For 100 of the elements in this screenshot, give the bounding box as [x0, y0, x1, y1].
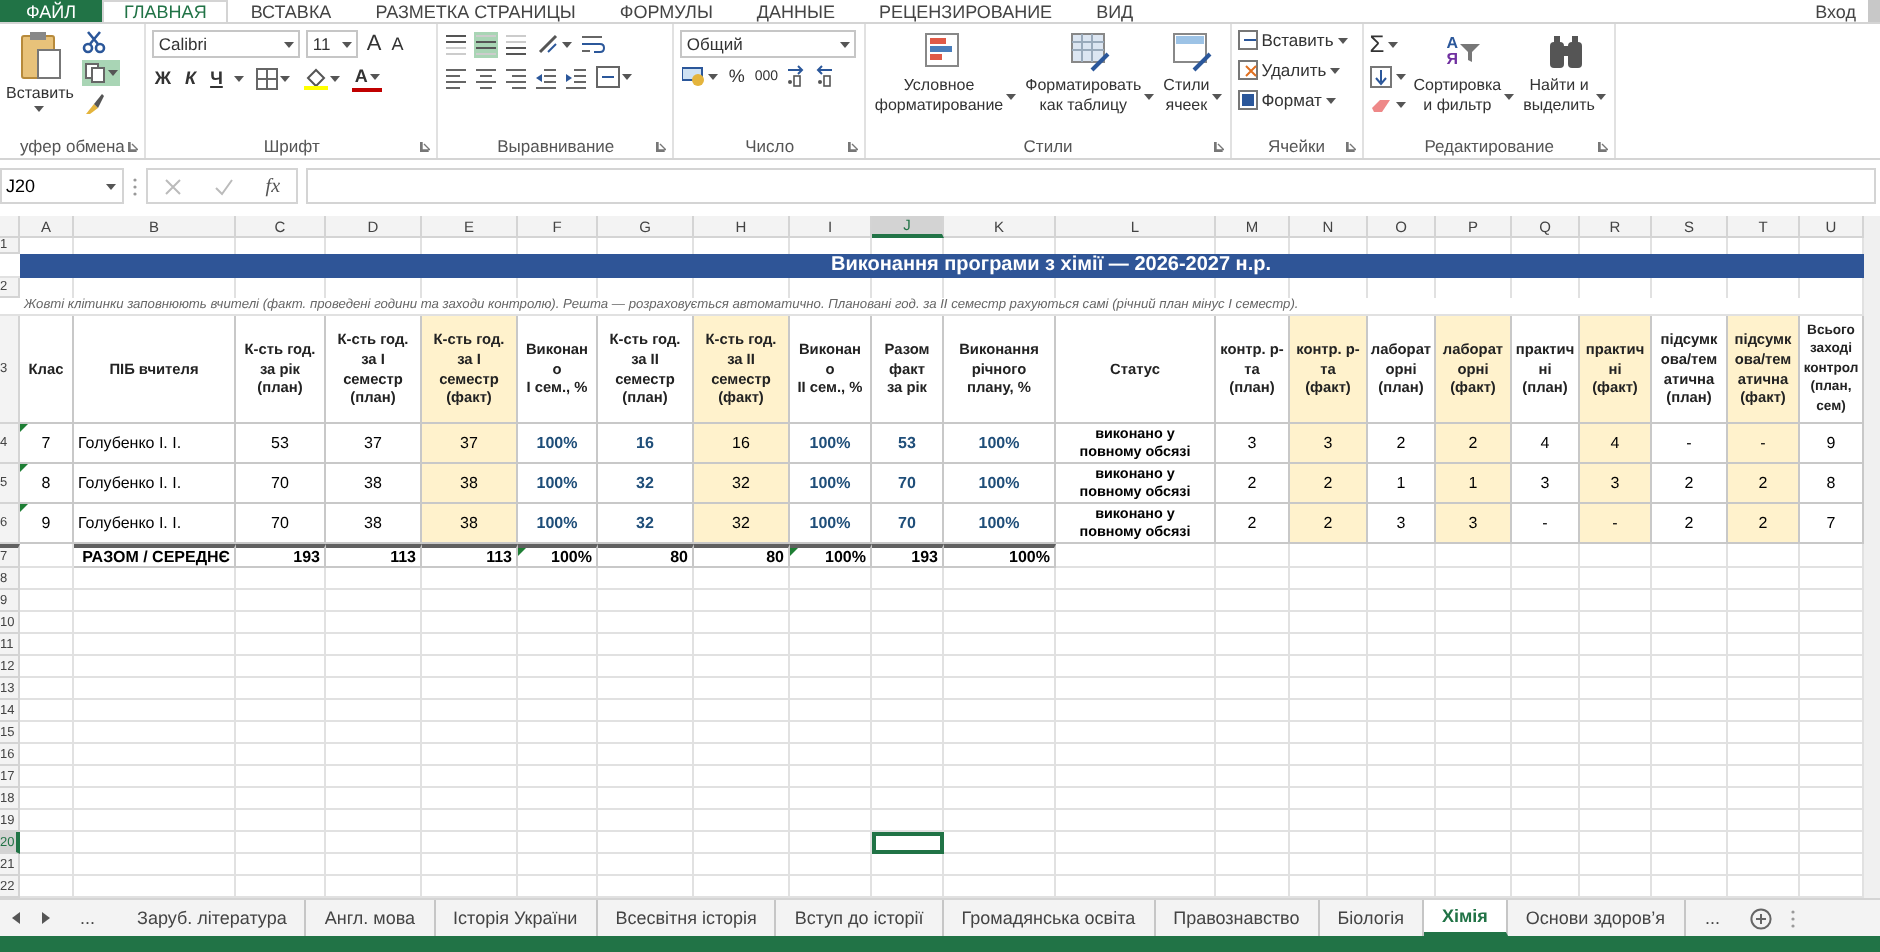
dialog-launcher-icon[interactable]: [1598, 141, 1609, 151]
fill-color-button[interactable]: [302, 64, 343, 92]
name-box[interactable]: J20: [0, 168, 124, 204]
align-center-icon[interactable]: [474, 65, 499, 89]
shrink-font-button[interactable]: A: [389, 32, 406, 56]
styles-button[interactable]: Форматировать как таблицу: [1023, 30, 1156, 134]
caret-icon[interactable]: [1325, 97, 1336, 103]
vertical-dots-icon[interactable]: [132, 175, 138, 197]
styles-button[interactable]: Стили ячеек: [1161, 30, 1224, 134]
cells-button[interactable]: Вставить: [1237, 30, 1348, 50]
align-left-icon[interactable]: [444, 65, 469, 89]
selected-cell[interactable]: [872, 832, 944, 854]
middle-align-button[interactable]: [474, 31, 499, 57]
insert-function-button[interactable]: fx: [265, 175, 281, 197]
caret-icon[interactable]: [34, 106, 45, 112]
currency-button[interactable]: [680, 64, 721, 88]
dialog-launcher-icon[interactable]: [1345, 141, 1356, 151]
table-cell: 2: [1436, 424, 1512, 464]
caret-icon[interactable]: [708, 73, 719, 79]
ribbon-tab[interactable]: ВИД: [1074, 0, 1156, 22]
dialog-launcher-icon[interactable]: [848, 141, 859, 151]
ribbon-tab[interactable]: ВСТАВКА: [228, 0, 354, 22]
find-select-button[interactable]: Найти и выделить: [1521, 30, 1609, 134]
ribbon-tab[interactable]: РЕЦЕНЗИРОВАНИЕ: [857, 0, 1075, 22]
increase-indent-icon[interactable]: [564, 65, 589, 89]
ribbon-tab[interactable]: ФАЙЛ: [0, 0, 103, 22]
caret-icon[interactable]: [330, 75, 341, 81]
vertical-dots-icon[interactable]: [1790, 907, 1797, 929]
font-color-button[interactable]: A: [352, 64, 382, 92]
sheet-tab[interactable]: Хімія: [1423, 900, 1508, 936]
more-sheets-button[interactable]: ...: [68, 908, 108, 928]
cells-button[interactable]: Формат: [1237, 90, 1348, 110]
caret-icon[interactable]: [1388, 41, 1399, 47]
caret-icon[interactable]: [562, 41, 573, 47]
caret-icon[interactable]: [106, 183, 116, 189]
dialog-launcher-icon[interactable]: [656, 141, 667, 151]
more-sheets-button[interactable]: ...: [1693, 908, 1733, 928]
scissors-icon[interactable]: [81, 30, 106, 54]
check-icon[interactable]: [213, 177, 234, 195]
orientation-button[interactable]: [534, 30, 575, 58]
fill-button[interactable]: [1369, 66, 1406, 88]
scroll-right-icon[interactable]: [40, 912, 50, 924]
caret-icon[interactable]: [1395, 74, 1406, 80]
caret-icon[interactable]: [840, 41, 851, 47]
caret-icon[interactable]: [622, 74, 633, 80]
underline-button[interactable]: Ч: [208, 66, 225, 90]
wrap-text-icon[interactable]: [580, 32, 607, 56]
decrease-indent-icon[interactable]: [534, 65, 559, 89]
caret-icon[interactable]: [1337, 37, 1348, 43]
ribbon-tab[interactable]: РАЗМЕТКА СТРАНИЦЫ: [353, 0, 598, 22]
number-format-dropdown[interactable]: Общий: [680, 30, 857, 58]
caret-icon[interactable]: [1211, 93, 1222, 99]
font-size-dropdown[interactable]: 11: [306, 30, 359, 58]
ribbon-tab[interactable]: ДАННЫЕ: [734, 0, 857, 22]
table-cell: 7: [1800, 504, 1864, 544]
caret-icon[interactable]: [234, 75, 245, 81]
caret-icon[interactable]: [1143, 93, 1154, 99]
caret-icon[interactable]: [1330, 67, 1341, 73]
top-align-button[interactable]: [444, 31, 469, 57]
grow-font-button[interactable]: A: [364, 30, 384, 58]
clear-button[interactable]: [1369, 96, 1406, 114]
bold-button[interactable]: Ж: [152, 66, 174, 90]
dialog-launcher-icon[interactable]: [1213, 141, 1224, 151]
caret-icon[interactable]: [1395, 102, 1406, 108]
ribbon-tab[interactable]: ГЛАВНАЯ: [102, 0, 229, 22]
percent-button[interactable]: %: [726, 64, 747, 88]
caret-icon[interactable]: [369, 73, 380, 79]
paint-bucket-icon: [304, 66, 329, 90]
caret-icon[interactable]: [1005, 93, 1016, 99]
caret-icon[interactable]: [1596, 93, 1607, 99]
bottom-align-button[interactable]: [504, 31, 529, 57]
paintbrush-icon[interactable]: [81, 92, 106, 116]
paste-button[interactable]: Вставить: [6, 30, 76, 134]
ribbon-tab[interactable]: ФОРМУЛЫ: [597, 0, 735, 22]
caret-icon[interactable]: [342, 41, 353, 47]
add-sheet-icon[interactable]: [1750, 907, 1773, 929]
caret-icon[interactable]: [280, 75, 291, 81]
caret-icon[interactable]: [1503, 93, 1514, 99]
autosum-button[interactable]: Σ: [1369, 30, 1406, 58]
borders-button[interactable]: [254, 65, 293, 91]
table-cell: 193: [872, 544, 944, 568]
merge-button[interactable]: [594, 64, 635, 90]
styles-button[interactable]: Условное форматирование: [872, 30, 1018, 134]
caret-icon[interactable]: [284, 41, 295, 47]
formula-input[interactable]: [306, 168, 1876, 204]
copy-button[interactable]: [81, 60, 120, 86]
dialog-launcher-icon[interactable]: [420, 141, 431, 151]
italic-button[interactable]: К: [183, 66, 199, 90]
font-name-dropdown[interactable]: Calibri: [152, 30, 301, 58]
sort-filter-button[interactable]: A Я Сортировка и фильтр: [1411, 30, 1516, 134]
cells-button[interactable]: Удалить: [1237, 60, 1348, 80]
funnel-icon: [1460, 43, 1481, 61]
caret-icon[interactable]: [107, 70, 118, 76]
scroll-left-icon[interactable]: [12, 912, 22, 924]
align-right-icon[interactable]: [504, 65, 529, 89]
sign-in-link[interactable]: Вход: [1815, 0, 1868, 22]
sort-icon[interactable]: A Я: [1446, 30, 1481, 74]
table-cell: -: [1580, 504, 1652, 544]
dialog-launcher-icon[interactable]: [128, 141, 139, 151]
table-cell: 2: [1728, 504, 1800, 544]
